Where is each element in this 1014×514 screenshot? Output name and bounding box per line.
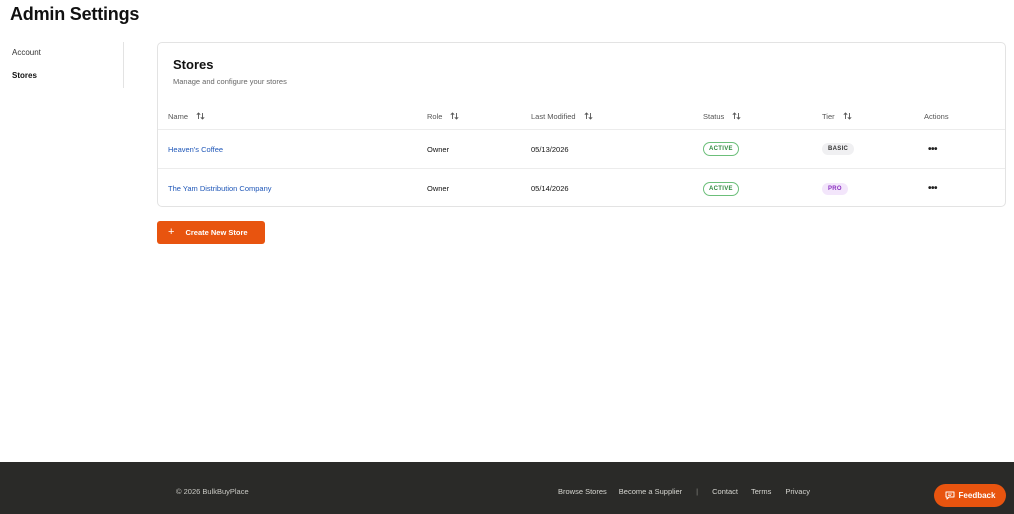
sidebar-item-account[interactable]: Account [12, 42, 123, 65]
more-actions-icon[interactable]: ••• [924, 183, 941, 194]
table-header-row: Name Role Last Modified Status Tier Acti… [158, 103, 1005, 130]
tier-badge: BASIC [822, 143, 855, 155]
more-actions-icon[interactable]: ••• [924, 144, 941, 155]
footer-link-become-supplier[interactable]: Become a Supplier [619, 487, 682, 496]
sidebar: Account Stores [12, 42, 124, 88]
column-header-last-modified[interactable]: Last Modified [531, 103, 593, 129]
sort-icon[interactable] [732, 112, 741, 120]
role-cell: Owner [427, 184, 450, 193]
plus-icon: + [168, 226, 175, 238]
create-new-store-label: Create New Store [185, 228, 248, 237]
status-badge: ACTIVE [703, 181, 739, 196]
page-title: Admin Settings [10, 4, 140, 24]
column-header-actions: Actions [924, 111, 949, 121]
tier-badge: PRO [822, 182, 848, 195]
sort-icon[interactable] [584, 112, 593, 120]
last-modified-cell: 05/13/2026 [531, 144, 569, 154]
card-subtitle: Manage and configure your stores [173, 77, 287, 86]
store-name-link[interactable]: The Yam Distribution Company [168, 184, 272, 193]
status-badge: ACTIVE [703, 142, 739, 156]
footer-link-browse-stores[interactable]: Browse Stores [558, 487, 607, 496]
sort-icon[interactable] [450, 112, 459, 120]
stores-table: Name Role Last Modified Status Tier Acti… [158, 103, 1005, 208]
footer-link-terms[interactable]: Terms [751, 487, 771, 496]
column-header-tier[interactable]: Tier [822, 103, 852, 129]
table-row: Heaven's Coffee Owner 05/13/2026 ACTIVE … [158, 130, 1005, 169]
footer-link-privacy[interactable]: Privacy [785, 487, 810, 496]
feedback-label: Feedback [958, 491, 996, 500]
column-header-role[interactable]: Role [427, 103, 459, 129]
create-new-store-button[interactable]: + Create New Store [157, 221, 265, 244]
column-header-status[interactable]: Status [703, 103, 741, 129]
store-name-link[interactable]: Heaven's Coffee [168, 145, 223, 154]
sort-icon[interactable] [196, 112, 205, 120]
footer: © 2026 BulkBuyPlace Browse Stores Become… [0, 462, 1014, 514]
footer-links: Browse Stores Become a Supplier | Contac… [558, 487, 810, 496]
chat-icon [945, 491, 955, 500]
copyright-text: © 2026 BulkBuyPlace [176, 487, 249, 496]
column-header-name[interactable]: Name [168, 103, 205, 129]
footer-divider: | [696, 487, 699, 496]
sidebar-item-stores[interactable]: Stores [12, 65, 123, 88]
role-cell: Owner [427, 144, 450, 154]
last-modified-cell: 05/14/2026 [531, 184, 569, 193]
footer-link-contact[interactable]: Contact [712, 487, 738, 496]
stores-card: Stores Manage and configure your stores … [157, 42, 1006, 207]
table-row: The Yam Distribution Company Owner 05/14… [158, 169, 1005, 208]
card-title: Stores [173, 57, 214, 72]
feedback-button[interactable]: Feedback [934, 484, 1006, 507]
sort-icon[interactable] [843, 112, 852, 120]
